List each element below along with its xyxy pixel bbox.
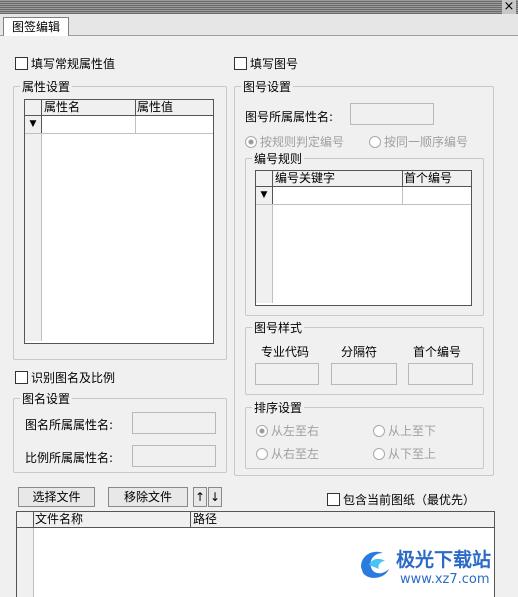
col-divider: [135, 116, 136, 133]
watermark-url: www.xz7.com: [400, 572, 490, 587]
rule-group-title: 编号规则: [252, 150, 305, 167]
fill-number-label: 填写图号: [250, 57, 299, 71]
col-attr-name[interactable]: 属性名: [44, 100, 80, 115]
checkbox-box[interactable]: [234, 57, 247, 70]
col-divider: [402, 187, 403, 204]
rule-grid[interactable]: 编号关键字 首个编号 ▼: [255, 170, 472, 306]
row-pointer-icon: ▼: [25, 116, 42, 133]
col-divider: [33, 512, 34, 527]
sort-btt-label: 从下至上: [388, 447, 437, 461]
radio-circle[interactable]: [256, 448, 268, 460]
tab-title-block-edit[interactable]: 图签编辑: [3, 17, 69, 36]
number-group-title: 图号设置: [241, 78, 294, 95]
attr-group-title: 属性设置: [20, 78, 73, 95]
col-divider: [272, 171, 273, 186]
watermark-brand: 极光下载站: [396, 549, 492, 571]
col-first-number[interactable]: 首个编号: [404, 171, 452, 186]
radio-rule-option[interactable]: 按规则判定编号: [245, 133, 344, 150]
row-header-strip: [17, 528, 34, 597]
radio-circle[interactable]: [373, 425, 385, 437]
rule-grid-row[interactable]: ▼: [256, 187, 471, 205]
radio-sequence-option[interactable]: 按同一顺序编号: [369, 133, 468, 150]
title-bar: [0, 0, 518, 14]
radio-sequence-label: 按同一顺序编号: [384, 135, 469, 149]
move-up-icon[interactable]: ↑: [193, 487, 207, 507]
style-col-separator: 分隔符: [341, 345, 378, 359]
watermark-logo-icon: [355, 543, 395, 583]
col-file-name[interactable]: 文件名称: [35, 512, 83, 527]
sort-group-title: 排序设置: [252, 399, 305, 416]
tab-strip: [0, 14, 518, 36]
style-col-discipline: 专业代码: [261, 345, 310, 359]
fill-regular-checkbox[interactable]: 填写常规属性值: [15, 55, 115, 72]
style-group-title: 图号样式: [252, 319, 305, 336]
identify-checkbox[interactable]: 识别图名及比例: [15, 369, 115, 386]
fill-regular-label: 填写常规属性值: [31, 57, 116, 71]
sort-ltr-label: 从左至右: [271, 424, 320, 438]
rule-grid-header: 编号关键字 首个编号: [256, 171, 471, 187]
row-pointer-icon: ▼: [256, 187, 273, 204]
drawing-group-title: 图名设置: [20, 390, 73, 407]
attr-grid[interactable]: 属性名 属性值 ▼: [24, 99, 214, 344]
col-keyword[interactable]: 编号关键字: [275, 171, 335, 186]
separator-input[interactable]: [331, 363, 397, 385]
fill-number-checkbox[interactable]: 填写图号: [234, 55, 298, 72]
discipline-code-input[interactable]: [255, 363, 319, 385]
first-number-input[interactable]: [408, 363, 473, 385]
file-list-header: 文件名称 路径: [17, 512, 494, 528]
checkbox-box[interactable]: [15, 57, 28, 70]
checkbox-box[interactable]: [15, 371, 28, 384]
select-file-button[interactable]: 选择文件: [18, 487, 95, 507]
move-down-icon[interactable]: ↓: [208, 487, 222, 507]
style-col-first-number: 首个编号: [413, 345, 462, 359]
radio-rule-circle[interactable]: [245, 136, 257, 148]
scale-input[interactable]: [132, 445, 216, 467]
include-current-label: 包含当前图纸（最优先）: [343, 493, 476, 507]
col-path[interactable]: 路径: [193, 512, 217, 527]
number-attr-label: 图号所属属性名:: [245, 110, 334, 124]
attr-grid-row[interactable]: ▼: [25, 116, 213, 134]
col-attr-value[interactable]: 属性值: [137, 100, 173, 115]
row-header-strip: [25, 134, 42, 341]
radio-circle[interactable]: [373, 448, 385, 460]
sort-left-to-right[interactable]: 从左至右: [256, 422, 319, 439]
col-divider: [135, 100, 136, 115]
close-icon[interactable]: ×: [502, 0, 516, 14]
col-divider: [190, 512, 191, 527]
checkbox-box[interactable]: [327, 493, 340, 506]
col-divider: [41, 100, 42, 115]
row-header-strip: [256, 205, 273, 303]
col-divider: [402, 171, 403, 186]
radio-rule-label: 按规则判定编号: [260, 135, 345, 149]
sort-bottom-to-top[interactable]: 从下至上: [373, 445, 436, 462]
sort-rtl-label: 从右至左: [271, 447, 320, 461]
sort-ttb-label: 从上至下: [388, 424, 437, 438]
identify-label: 识别图名及比例: [31, 371, 116, 385]
radio-circle[interactable]: [256, 425, 268, 437]
number-attr-input[interactable]: [350, 103, 434, 125]
scale-label: 比例所属属性名:: [25, 451, 114, 465]
remove-file-button[interactable]: 移除文件: [108, 487, 188, 507]
radio-sequence-circle[interactable]: [369, 136, 381, 148]
include-current-checkbox[interactable]: 包含当前图纸（最优先）: [327, 491, 475, 508]
sort-right-to-left[interactable]: 从右至左: [256, 445, 319, 462]
sort-top-to-bottom[interactable]: 从上至下: [373, 422, 436, 439]
drawing-name-label: 图名所属属性名:: [25, 418, 114, 432]
drawing-name-input[interactable]: [132, 412, 216, 434]
attr-grid-header: 属性名 属性值: [25, 100, 213, 116]
